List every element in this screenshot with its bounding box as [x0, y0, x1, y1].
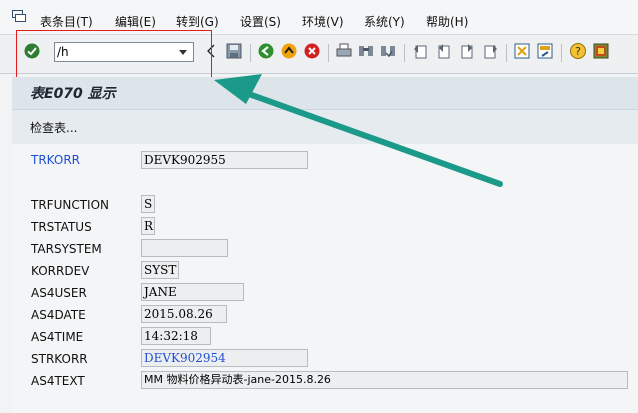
save-icon[interactable]: [226, 43, 242, 59]
exit-icon[interactable]: [281, 43, 297, 59]
field-label-trkorr[interactable]: TRKORR: [31, 153, 80, 167]
field-label-korrdev: KORRDEV: [31, 264, 90, 278]
field-value-tarsystem[interactable]: [141, 239, 228, 257]
field-value-as4user[interactable]: JANE: [141, 283, 244, 301]
field-value-as4date[interactable]: 2015.08.26: [141, 305, 227, 323]
menu-table-entry[interactable]: 表条目(T): [40, 14, 93, 30]
customize-layout-icon[interactable]: [593, 43, 609, 59]
toolbar-separator: [404, 44, 405, 62]
field-label-as4date: AS4DATE: [31, 308, 86, 322]
field-label-strkorr: STRKORR: [31, 352, 88, 366]
menu-help[interactable]: 帮助(H): [426, 14, 468, 30]
check-table-button[interactable]: 检查表...: [30, 119, 77, 136]
field-area: TRKORR DEVK902955 TRFUNCTION S TRSTATUS …: [12, 144, 638, 413]
menu-settings[interactable]: 设置(S): [240, 14, 281, 30]
help-icon[interactable]: ?: [570, 43, 586, 59]
window-menu-icon[interactable]: [12, 10, 26, 22]
page-title: 表E070 显示: [30, 86, 116, 102]
field-value-trstatus[interactable]: R: [141, 217, 155, 235]
next-page-icon[interactable]: [459, 43, 475, 59]
menu-edit[interactable]: 编辑(E): [115, 14, 156, 30]
print-icon[interactable]: [336, 43, 352, 59]
toolbar-separator: [506, 44, 507, 62]
field-label-as4user: AS4USER: [31, 286, 87, 300]
field-label-tarsystem: TARSYSTEM: [31, 242, 102, 256]
field-label-trfunction: TRFUNCTION: [31, 198, 109, 212]
shortcut-icon[interactable]: [537, 43, 553, 59]
field-value-as4time[interactable]: 14:32:18: [141, 327, 211, 345]
menu-goto[interactable]: 转到(G): [176, 14, 219, 30]
find-icon[interactable]: [358, 43, 374, 59]
field-label-trstatus: TRSTATUS: [31, 220, 92, 234]
application-toolbar: 检查表...: [12, 109, 638, 144]
command-input[interactable]: [57, 44, 167, 60]
nav-back-arrow-icon[interactable]: [203, 43, 219, 59]
menu-bar: 表条目(T) 编辑(E) 转到(G) 设置(S) 环境(V) 系统(Y) 帮助(…: [0, 0, 638, 34]
field-value-trfunction[interactable]: S: [141, 195, 155, 213]
field-value-trkorr[interactable]: DEVK902955: [141, 151, 308, 169]
field-label-as4time: AS4TIME: [31, 330, 84, 344]
field-value-strkorr[interactable]: DEVK902954: [141, 349, 308, 367]
field-label-as4text: AS4TEXT: [31, 374, 85, 388]
back-icon[interactable]: [258, 43, 274, 59]
last-page-icon[interactable]: [482, 43, 498, 59]
screen-title-bar: 表E070 显示: [12, 77, 638, 109]
menu-system[interactable]: 系统(Y): [364, 14, 405, 30]
svg-text:?: ?: [575, 45, 581, 58]
toolbar-separator: [561, 44, 562, 62]
chevron-down-icon[interactable]: [179, 50, 187, 55]
cancel-icon[interactable]: [304, 43, 320, 59]
field-value-korrdev[interactable]: SYST: [141, 261, 179, 279]
menu-environment[interactable]: 环境(V): [302, 14, 344, 30]
find-next-icon[interactable]: [380, 43, 396, 59]
toolbar-separator: [250, 44, 251, 62]
field-value-as4text[interactable]: MM 物料价格异动表-jane-2015.8.26: [141, 371, 628, 389]
check-icon[interactable]: [24, 43, 40, 59]
first-page-icon[interactable]: [413, 43, 429, 59]
new-session-icon[interactable]: [514, 43, 530, 59]
toolbar-separator: [328, 44, 329, 62]
prev-page-icon[interactable]: [436, 43, 452, 59]
command-field[interactable]: [54, 42, 194, 62]
standard-toolbar: ?: [0, 34, 638, 74]
